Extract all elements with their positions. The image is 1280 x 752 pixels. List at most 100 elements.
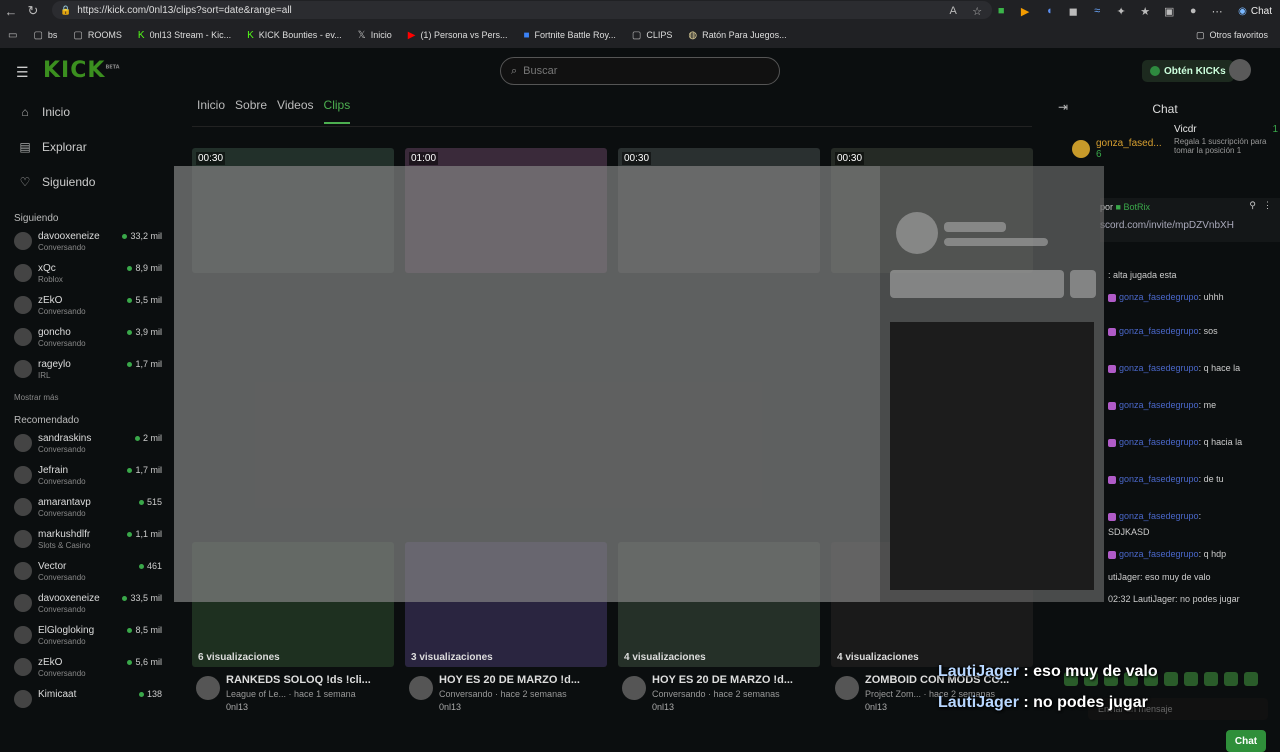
avatar bbox=[196, 676, 220, 700]
chat-username[interactable]: gonza_fasedegrupo bbox=[1119, 474, 1199, 484]
emote-icon[interactable] bbox=[1204, 672, 1218, 686]
pin-icon[interactable]: ⚲ bbox=[1249, 200, 1256, 211]
sub-badge-icon bbox=[1108, 550, 1116, 559]
read-aloud-icon[interactable]: A bbox=[942, 0, 964, 22]
chat-text: : sos bbox=[1198, 326, 1218, 336]
chat-text: 02:32 LautiJager: no podes jugar bbox=[1108, 594, 1240, 604]
avatar bbox=[14, 594, 32, 612]
chat-send-button[interactable]: Chat bbox=[1226, 730, 1266, 752]
emote-icon[interactable] bbox=[1244, 672, 1258, 686]
sidebar-channel[interactable]: davooxeneize Conversando 33,5 mil bbox=[0, 589, 176, 621]
chat-username[interactable]: gonza_fasedegrupo bbox=[1119, 511, 1199, 521]
tab-inicio[interactable]: Inicio bbox=[197, 98, 225, 124]
bookmark-3[interactable]: K KICK Bounties - ev... bbox=[239, 30, 350, 41]
viewer-count: 138 bbox=[138, 689, 162, 699]
more-menu-icon[interactable]: ⋯ bbox=[1206, 0, 1228, 22]
chat-username[interactable]: gonza_fasedegrupo bbox=[1119, 437, 1199, 447]
folder-icon: ▢ bbox=[1195, 29, 1205, 40]
kick-icon: K bbox=[247, 29, 254, 41]
sidebar-channel[interactable]: rageylo IRL 1,7 mil bbox=[0, 355, 176, 387]
channel-name: davooxeneize bbox=[38, 231, 100, 242]
translate-icon[interactable]: ≈ bbox=[1086, 0, 1108, 22]
bookmark-4[interactable]: 𝕏 Inicio bbox=[350, 30, 400, 41]
sidebar-channel[interactable]: markushdlfr Slots & Casino 1,1 mil bbox=[0, 525, 176, 557]
sidebar-channel[interactable]: amarantavp Conversando 515 bbox=[0, 493, 176, 525]
gift-leader: gonza_fased... 6 bbox=[1072, 138, 1162, 160]
puzzle-icon[interactable]: ✦ bbox=[1110, 0, 1132, 22]
heart-icon: ♡ bbox=[19, 174, 31, 189]
bookmark-8[interactable]: ◍ Ratón Para Juegos... bbox=[680, 30, 794, 41]
channel-category: Conversando bbox=[38, 605, 86, 614]
sidebar-channel[interactable]: Kimicaat 138 bbox=[0, 685, 176, 717]
tab-sobre[interactable]: Sobre bbox=[235, 98, 267, 124]
bookmark-1[interactable]: ▢ ROOMS bbox=[65, 30, 129, 41]
sub-badge-icon bbox=[1108, 327, 1116, 336]
nav-explorar[interactable]: ▤ Explorar bbox=[0, 129, 176, 164]
chat-username[interactable]: gonza_fasedegrupo bbox=[1119, 326, 1199, 336]
clip-info[interactable]: RANKEDS SOLOQ !ds !cli... League of Le...… bbox=[192, 672, 407, 716]
bookmark-2[interactable]: K 0nl13 Stream - Kic... bbox=[130, 30, 239, 41]
chat-username[interactable]: gonza_fasedegrupo bbox=[1119, 549, 1199, 559]
other-favorites[interactable]: ▢ Otros favoritos bbox=[1196, 24, 1268, 46]
sidebar-channel[interactable]: xQc Roblox 8,9 mil bbox=[0, 259, 176, 291]
bookmark-5[interactable]: ▶ (1) Persona vs Pers... bbox=[400, 30, 516, 41]
viewer-count: 8,5 mil bbox=[127, 625, 162, 635]
viewer-count: 1,7 mil bbox=[127, 465, 162, 475]
show-more-link[interactable]: Mostrar más bbox=[0, 387, 176, 409]
extension-icon[interactable]: ■ bbox=[990, 0, 1012, 22]
chat-text: : me bbox=[1198, 400, 1217, 410]
chat-username[interactable]: gonza_fasedegrupo bbox=[1119, 400, 1199, 410]
sidebar-channel[interactable]: zEkO Conversando 5,5 mil bbox=[0, 291, 176, 323]
chat-text: : q hacia la bbox=[1198, 437, 1243, 447]
user-avatar[interactable] bbox=[1229, 59, 1251, 81]
viewer-count: 515 bbox=[138, 497, 162, 507]
bookmark-6[interactable]: ■ Fortnite Battle Roy... bbox=[515, 30, 623, 41]
url-text: https://kick.com/0nl13/clips?sort=date&r… bbox=[77, 4, 292, 16]
channel-name: zEkO bbox=[38, 657, 63, 668]
chat-username[interactable]: gonza_fasedegrupo bbox=[1119, 363, 1199, 373]
sidebar-channel[interactable]: davooxeneize Conversando 33,2 mil bbox=[0, 227, 176, 259]
sidebar-channel[interactable]: Vector Conversando 461 bbox=[0, 557, 176, 589]
bookmark-0[interactable]: ▢ bs bbox=[25, 30, 65, 41]
sidebar-channel[interactable]: zEkO Conversando 5,6 mil bbox=[0, 653, 176, 685]
kick-logo[interactable]: KICKBETA bbox=[43, 58, 120, 83]
chat-extension-button[interactable]: ◉ Chat bbox=[1230, 6, 1280, 17]
emote-icon[interactable] bbox=[1184, 672, 1198, 686]
tab-clips[interactable]: Clips bbox=[323, 98, 351, 124]
sidebar-channel[interactable]: goncho Conversando 3,9 mil bbox=[0, 323, 176, 355]
get-kicks-button[interactable]: Obtén KICKs bbox=[1142, 60, 1234, 82]
profile-icon[interactable]: ● bbox=[1182, 0, 1204, 22]
sidebar-channel[interactable]: Jefrain Conversando 1,7 mil bbox=[0, 461, 176, 493]
channel-name: Vector bbox=[38, 561, 67, 572]
favorites-icon[interactable]: ★ bbox=[1134, 0, 1156, 22]
search-box[interactable]: ⌕ bbox=[500, 57, 780, 85]
clip-info[interactable]: HOY ES 20 DE MARZO !d... Conversando · ha… bbox=[618, 672, 833, 716]
play-extension-icon[interactable]: ▶ bbox=[1014, 0, 1036, 22]
emote-icon[interactable] bbox=[1164, 672, 1178, 686]
more-options-icon[interactable]: ⋮ bbox=[1263, 200, 1272, 211]
live-dot-icon bbox=[127, 659, 133, 665]
tab-videos[interactable]: Videos bbox=[277, 98, 313, 124]
favorite-star-icon[interactable]: ☆ bbox=[966, 0, 988, 22]
shield-extension-icon[interactable]: ◼ bbox=[1062, 0, 1084, 22]
nav-siguiendo[interactable]: ♡ Siguiendo bbox=[0, 164, 176, 199]
bookmark-7[interactable]: ▢ CLIPS bbox=[624, 30, 680, 41]
search-input[interactable] bbox=[523, 65, 764, 77]
nav-inicio[interactable]: ⌂ Inicio bbox=[0, 94, 176, 129]
mouse-icon: ◍ bbox=[688, 29, 698, 41]
clip-info[interactable]: HOY ES 20 DE MARZO !d... Conversando · ha… bbox=[405, 672, 620, 716]
tab-actions-icon[interactable]: ▭ bbox=[0, 30, 25, 41]
chat-username[interactable]: gonza_fasedegrupo bbox=[1119, 292, 1199, 302]
chat-text: : bbox=[1198, 511, 1202, 521]
back-icon[interactable]: ← bbox=[0, 0, 22, 22]
sidebar-channel[interactable]: sandraskins Conversando 2 mil bbox=[0, 429, 176, 461]
sidebar-channel[interactable]: ElGlogloking Conversando 8,5 mil bbox=[0, 621, 176, 653]
collections-icon[interactable]: ▣ bbox=[1158, 0, 1180, 22]
sub-badge-icon bbox=[1108, 364, 1116, 373]
emote-icon[interactable] bbox=[1224, 672, 1238, 686]
menu-icon[interactable]: ☰ bbox=[16, 64, 29, 81]
live-dot-icon bbox=[127, 627, 133, 633]
address-bar[interactable]: 🔒 https://kick.com/0nl13/clips?sort=date… bbox=[52, 1, 992, 19]
reload-icon[interactable]: ↻ bbox=[22, 0, 44, 22]
audio-extension-icon[interactable]: ◖ bbox=[1038, 0, 1060, 22]
